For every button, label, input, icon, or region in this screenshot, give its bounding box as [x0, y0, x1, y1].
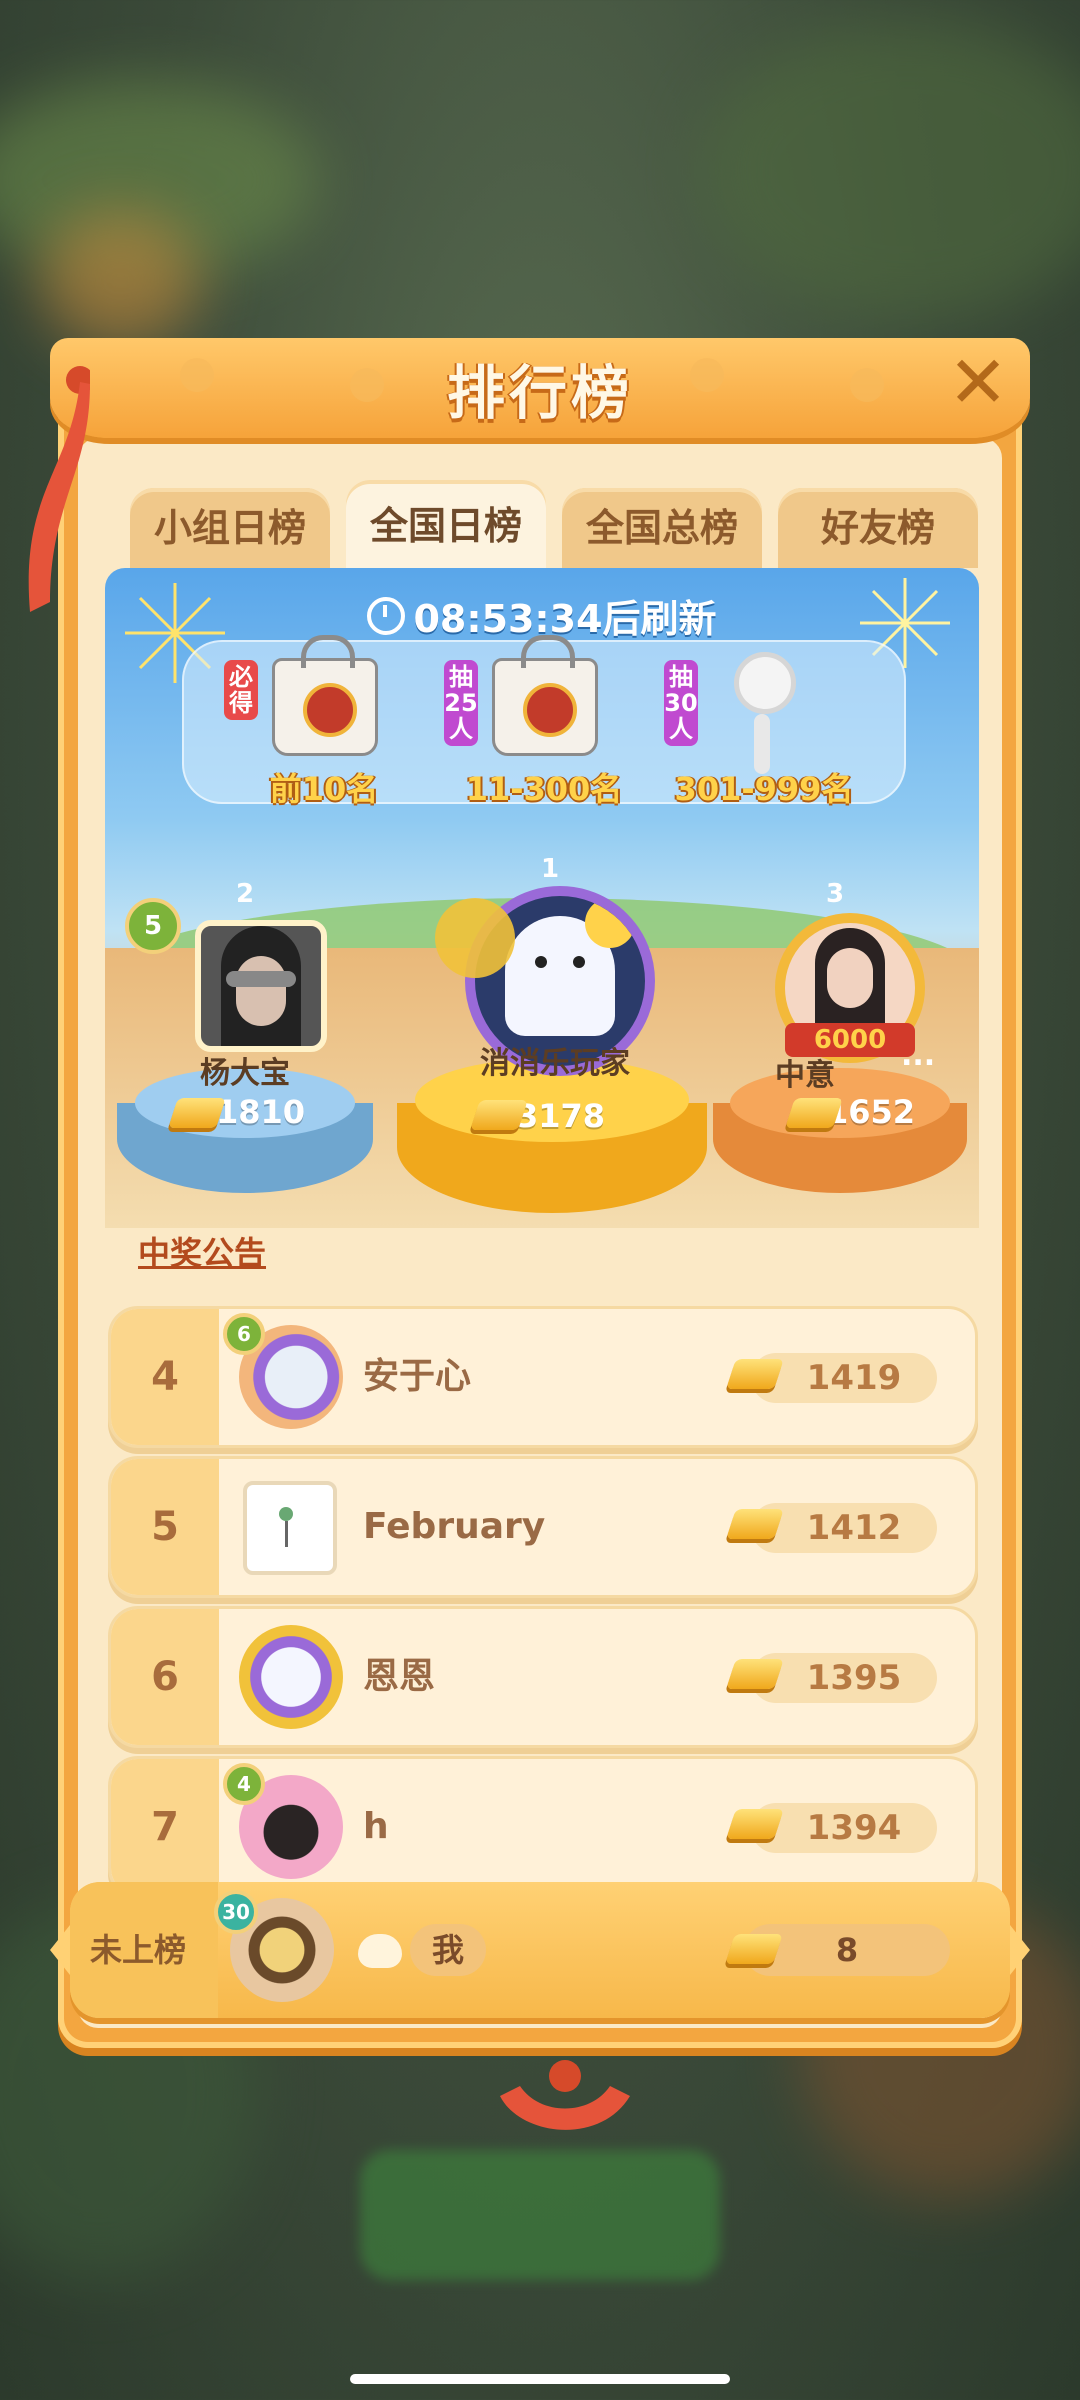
crown-icon-silver: 2 [210, 868, 280, 912]
prize-label: 前10名 [269, 770, 379, 808]
flower-decoration [435, 898, 515, 978]
tab-bar: 小组日榜 全国日榜 全国总榜 好友榜 [130, 480, 1000, 568]
player-name: 恩恩 [363, 1656, 436, 1697]
podium-stage: 08:53:34后刷新 必得 前10名 抽25人 11-300名 抽30人 30… [105, 568, 979, 1228]
gold-bar-icon [470, 1100, 528, 1130]
player-score: 1394 [806, 1808, 902, 1848]
clock-icon [367, 597, 406, 635]
player-name: 杨大宝 [200, 1056, 290, 1091]
crown-icon-bronze: 3 [800, 868, 870, 912]
tab-national-total[interactable]: 全国总榜 [562, 488, 762, 568]
player-score: 1395 [806, 1658, 902, 1698]
countdown-suffix: 后刷新 [602, 597, 717, 641]
name-ellipsis: ... [901, 1038, 936, 1073]
crown-icon-gold: 1 [515, 843, 585, 887]
countdown-time: 08:53:34 [413, 597, 603, 641]
background-start-button [360, 2150, 720, 2280]
my-name: 我 [410, 1924, 486, 1976]
player-name: 消消乐玩家 [480, 1046, 630, 1081]
prize-label: 301-999名 [674, 770, 854, 808]
page-title: 排行榜 [446, 359, 633, 427]
rabbit-icon [358, 1934, 402, 1968]
level-badge: 6 [223, 1313, 265, 1355]
prize-tag: 抽25人 [444, 660, 478, 746]
prize-top10[interactable]: 必得 前10名 [224, 635, 424, 808]
winner-announcement-link[interactable]: 中奖公告 [138, 1228, 266, 1274]
my-rank-status: 未上榜 [90, 1931, 187, 1969]
prize-label: 11-300名 [465, 770, 623, 808]
leaderboard-panel: 排行榜 ✕ 小组日榜 全国日榜 全国总榜 好友榜 08:53:34后刷新 必得 … [28, 338, 1030, 2130]
ribbon-decoration [28, 366, 90, 612]
rank-number: 2 [235, 879, 255, 909]
tab-group-daily[interactable]: 小组日榜 [130, 488, 330, 568]
table-row[interactable]: 4 6 安于心 1419 [108, 1306, 978, 1448]
rank-number: 5 [151, 1504, 179, 1550]
rank-number: 3 [825, 879, 845, 909]
player-name: 安于心 [363, 1356, 472, 1397]
avatar[interactable] [243, 1481, 337, 1575]
fan-icon [734, 652, 796, 774]
tab-friends[interactable]: 好友榜 [778, 488, 978, 568]
level-badge: 5 [125, 898, 181, 954]
rank-number: 7 [151, 1804, 179, 1850]
gold-bar-icon [785, 1098, 843, 1128]
player-score: 1419 [806, 1358, 902, 1398]
player-name: February [363, 1506, 546, 1547]
bag-icon [272, 635, 378, 756]
avatar[interactable] [195, 920, 327, 1052]
level-badge: 4 [223, 1763, 265, 1805]
home-indicator[interactable] [350, 2374, 730, 2384]
avatar[interactable] [239, 1625, 343, 1729]
my-rank-row[interactable]: 未上榜 30 我 8 [50, 1882, 1030, 2018]
panel-header: 排行榜 ✕ [50, 338, 1030, 438]
rank-number: 6 [151, 1654, 179, 1700]
prize-tag: 必得 [224, 660, 258, 720]
rank-number: 4 [151, 1354, 179, 1400]
gold-bar-icon [725, 1934, 783, 1964]
rank-number: 1 [540, 854, 560, 884]
prize-301-999[interactable]: 抽30人 301-999名 [664, 652, 864, 808]
prize-panel: 必得 前10名 抽25人 11-300名 抽30人 301-999名 [182, 635, 906, 808]
level-badge: 30 [214, 1890, 258, 1934]
player-name: h [363, 1806, 389, 1847]
table-row[interactable]: 5 February 1412 [108, 1456, 978, 1598]
prize-tag: 抽30人 [664, 660, 698, 746]
prize-11-300[interactable]: 抽25人 11-300名 [444, 635, 644, 808]
table-row[interactable]: 7 4 h 1394 [108, 1756, 978, 1898]
bag-icon [492, 635, 598, 756]
player-score: 1412 [806, 1508, 902, 1548]
ribbon-decoration [500, 2060, 630, 2130]
gold-bar-icon [168, 1098, 226, 1128]
close-icon[interactable]: ✕ [946, 346, 1010, 418]
table-row[interactable]: 6 恩恩 1395 [108, 1606, 978, 1748]
tab-national-daily[interactable]: 全国日榜 [346, 480, 546, 568]
